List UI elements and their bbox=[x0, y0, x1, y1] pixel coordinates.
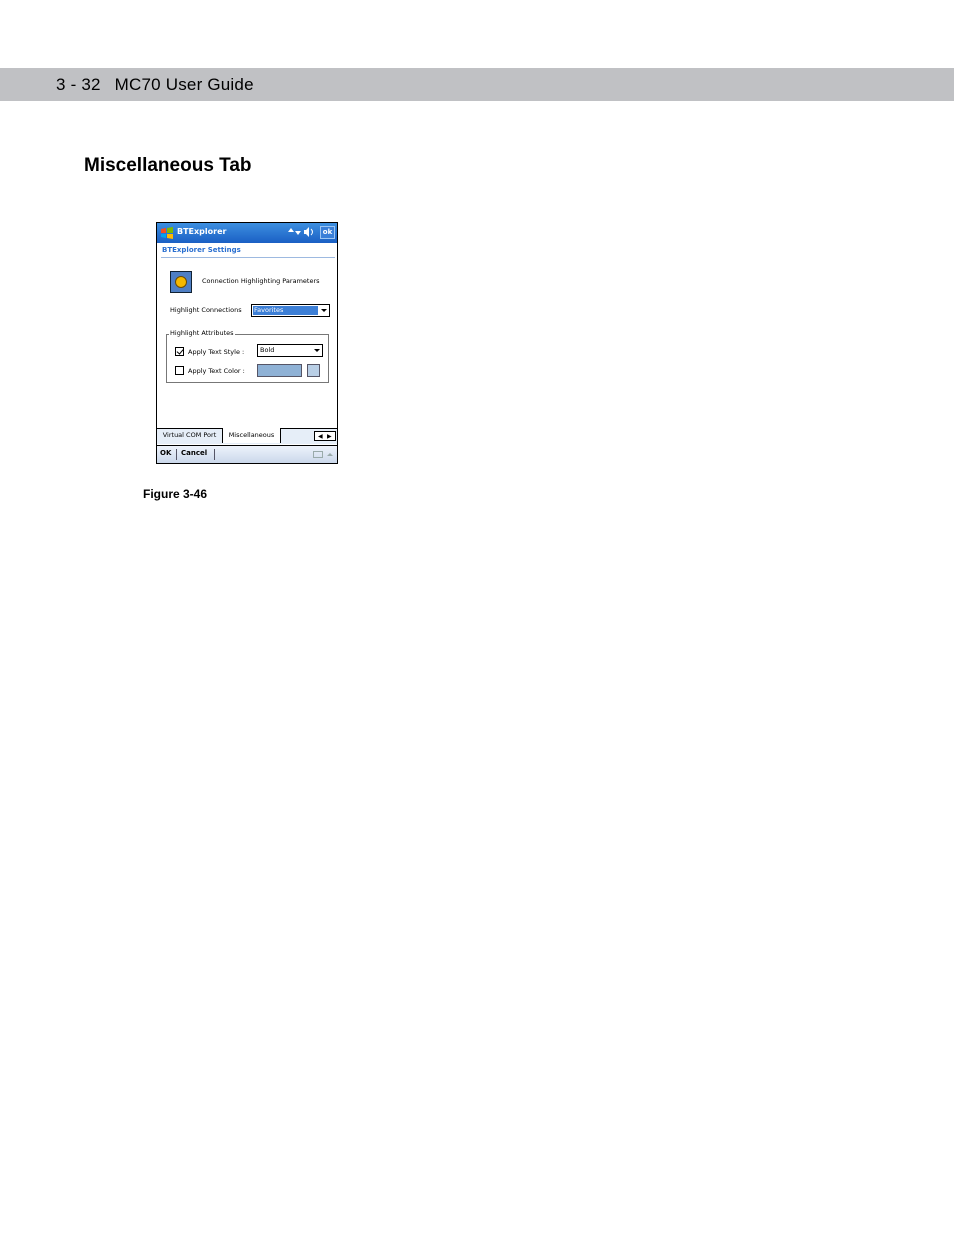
tab-scroll-buttons[interactable]: ◀ ▶ bbox=[314, 431, 336, 441]
ok-menu-button[interactable]: OK bbox=[160, 449, 171, 457]
section-title: Miscellaneous Tab bbox=[84, 155, 252, 176]
page-header: 3 - 32 MC70 User Guide bbox=[56, 75, 254, 95]
guide-title: MC70 User Guide bbox=[114, 75, 254, 94]
highlight-connections-select[interactable]: Favorites bbox=[251, 304, 330, 317]
title-bar: BTExplorer ok bbox=[157, 223, 337, 243]
connectivity-volume-icons[interactable] bbox=[287, 226, 317, 240]
tab-virtual-com-port[interactable]: Virtual COM Port bbox=[157, 428, 223, 443]
scroll-left-icon[interactable]: ◀ bbox=[318, 433, 323, 440]
app-title: BTExplorer bbox=[177, 227, 227, 236]
cancel-menu-button[interactable]: Cancel bbox=[181, 449, 207, 457]
tab-strip: Virtual COM Port Miscellaneous ◀ ▶ bbox=[157, 428, 337, 444]
apply-text-color-label: Apply Text Color : bbox=[188, 367, 245, 375]
ok-title-button[interactable]: ok bbox=[320, 226, 335, 239]
apply-text-color-checkbox[interactable] bbox=[175, 366, 184, 375]
chevron-down-icon bbox=[314, 349, 320, 352]
subtitle-divider bbox=[161, 257, 335, 258]
menu-divider bbox=[176, 449, 177, 460]
chevron-down-icon bbox=[321, 309, 327, 312]
chevron-up-icon[interactable] bbox=[327, 453, 333, 456]
device-screenshot: BTExplorer ok BTExplorer Settings Connec… bbox=[156, 222, 338, 464]
highlight-attributes-label: Highlight Attributes bbox=[169, 329, 235, 337]
apply-text-style-label: Apply Text Style : bbox=[188, 348, 245, 356]
settings-subtitle: BTExplorer Settings bbox=[162, 246, 241, 254]
bluetooth-settings-icon bbox=[170, 271, 192, 293]
tab-miscellaneous[interactable]: Miscellaneous bbox=[223, 428, 281, 443]
menu-divider bbox=[214, 449, 215, 460]
scroll-right-icon[interactable]: ▶ bbox=[327, 433, 332, 440]
status-icons bbox=[288, 227, 313, 237]
highlight-attributes-group bbox=[166, 334, 329, 383]
connection-params-label: Connection Highlighting Parameters bbox=[202, 277, 320, 285]
page-number: 3 - 32 bbox=[56, 75, 101, 94]
figure-caption: Figure 3-46 bbox=[143, 487, 208, 501]
windows-start-icon[interactable] bbox=[160, 226, 174, 240]
text-color-swatch[interactable] bbox=[257, 364, 302, 377]
apply-text-style-checkbox[interactable] bbox=[175, 347, 184, 356]
color-picker-button[interactable] bbox=[307, 364, 320, 377]
menu-bar: OK Cancel bbox=[157, 445, 337, 463]
highlight-connections-label: Highlight Connections bbox=[170, 306, 242, 314]
text-style-select[interactable]: Bold bbox=[257, 344, 323, 357]
keyboard-icon[interactable] bbox=[313, 451, 323, 458]
text-style-value: Bold bbox=[260, 346, 275, 354]
highlight-connections-value: Favorites bbox=[253, 306, 318, 315]
